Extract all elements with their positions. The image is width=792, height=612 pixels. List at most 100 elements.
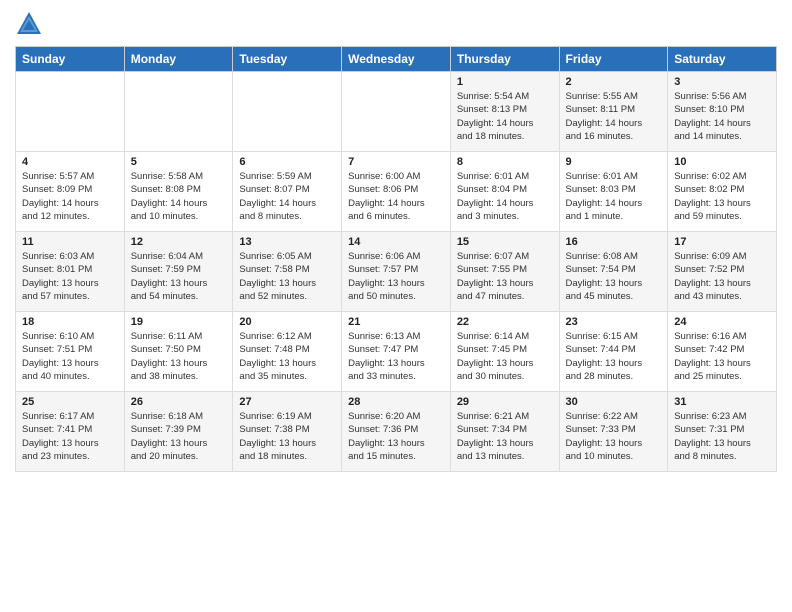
day-info: Sunrise: 6:05 AM Sunset: 7:58 PM Dayligh…: [239, 250, 335, 303]
header-cell-saturday: Saturday: [668, 47, 777, 72]
day-number: 29: [457, 396, 553, 408]
day-cell: 15 Sunrise: 6:07 AM Sunset: 7:55 PM Dayli…: [450, 232, 559, 312]
day-number: 5: [131, 156, 227, 168]
day-cell: [16, 72, 125, 152]
day-cell: 5 Sunrise: 5:58 AM Sunset: 8:08 PM Daylig…: [124, 152, 233, 232]
day-info: Sunrise: 6:13 AM Sunset: 7:47 PM Dayligh…: [348, 330, 444, 383]
day-info: Sunrise: 6:20 AM Sunset: 7:36 PM Dayligh…: [348, 410, 444, 463]
day-number: 9: [566, 156, 662, 168]
day-number: 14: [348, 236, 444, 248]
day-info: Sunrise: 6:07 AM Sunset: 7:55 PM Dayligh…: [457, 250, 553, 303]
day-cell: 14 Sunrise: 6:06 AM Sunset: 7:57 PM Dayli…: [342, 232, 451, 312]
day-cell: 11Sunrise: 6:03 AM Sunset: 8:01 PM Dayli…: [16, 232, 125, 312]
week-row-2: 4Sunrise: 5:57 AM Sunset: 8:09 PM Daylig…: [16, 152, 777, 232]
header-cell-tuesday: Tuesday: [233, 47, 342, 72]
day-number: 25: [22, 396, 118, 408]
day-number: 6: [239, 156, 335, 168]
header-cell-friday: Friday: [559, 47, 668, 72]
day-info: Sunrise: 6:22 AM Sunset: 7:33 PM Dayligh…: [566, 410, 662, 463]
day-cell: 19 Sunrise: 6:11 AM Sunset: 7:50 PM Dayli…: [124, 312, 233, 392]
day-cell: 6 Sunrise: 5:59 AM Sunset: 8:07 PM Daylig…: [233, 152, 342, 232]
day-cell: 2 Sunrise: 5:55 AM Sunset: 8:11 PM Daylig…: [559, 72, 668, 152]
day-cell: 9 Sunrise: 6:01 AM Sunset: 8:03 PM Daylig…: [559, 152, 668, 232]
day-number: 2: [566, 76, 662, 88]
header-cell-sunday: Sunday: [16, 47, 125, 72]
day-info: Sunrise: 6:17 AM Sunset: 7:41 PM Dayligh…: [22, 410, 118, 463]
day-cell: 17 Sunrise: 6:09 AM Sunset: 7:52 PM Dayli…: [668, 232, 777, 312]
day-cell: [124, 72, 233, 152]
day-info: Sunrise: 5:54 AM Sunset: 8:13 PM Dayligh…: [457, 90, 553, 143]
day-number: 16: [566, 236, 662, 248]
day-cell: 29 Sunrise: 6:21 AM Sunset: 7:34 PM Dayli…: [450, 392, 559, 472]
week-row-4: 18Sunrise: 6:10 AM Sunset: 7:51 PM Dayli…: [16, 312, 777, 392]
day-number: 23: [566, 316, 662, 328]
day-number: 17: [674, 236, 770, 248]
day-info: Sunrise: 6:21 AM Sunset: 7:34 PM Dayligh…: [457, 410, 553, 463]
day-cell: 28 Sunrise: 6:20 AM Sunset: 7:36 PM Dayli…: [342, 392, 451, 472]
header-row: SundayMondayTuesdayWednesdayThursdayFrid…: [16, 47, 777, 72]
day-cell: 4Sunrise: 5:57 AM Sunset: 8:09 PM Daylig…: [16, 152, 125, 232]
day-info: Sunrise: 5:56 AM Sunset: 8:10 PM Dayligh…: [674, 90, 770, 143]
header-cell-thursday: Thursday: [450, 47, 559, 72]
week-row-1: 1 Sunrise: 5:54 AM Sunset: 8:13 PM Daylig…: [16, 72, 777, 152]
day-cell: 21 Sunrise: 6:13 AM Sunset: 7:47 PM Dayli…: [342, 312, 451, 392]
day-info: Sunrise: 6:06 AM Sunset: 7:57 PM Dayligh…: [348, 250, 444, 303]
day-cell: 1 Sunrise: 5:54 AM Sunset: 8:13 PM Daylig…: [450, 72, 559, 152]
day-info: Sunrise: 6:14 AM Sunset: 7:45 PM Dayligh…: [457, 330, 553, 383]
day-number: 21: [348, 316, 444, 328]
day-number: 20: [239, 316, 335, 328]
day-number: 19: [131, 316, 227, 328]
day-number: 1: [457, 76, 553, 88]
day-cell: 13Sunrise: 6:05 AM Sunset: 7:58 PM Dayli…: [233, 232, 342, 312]
day-cell: 12 Sunrise: 6:04 AM Sunset: 7:59 PM Dayli…: [124, 232, 233, 312]
day-info: Sunrise: 6:12 AM Sunset: 7:48 PM Dayligh…: [239, 330, 335, 383]
day-number: 26: [131, 396, 227, 408]
day-number: 11: [22, 236, 118, 248]
calendar: SundayMondayTuesdayWednesdayThursdayFrid…: [15, 46, 777, 472]
day-number: 30: [566, 396, 662, 408]
day-info: Sunrise: 6:19 AM Sunset: 7:38 PM Dayligh…: [239, 410, 335, 463]
day-info: Sunrise: 6:01 AM Sunset: 8:04 PM Dayligh…: [457, 170, 553, 223]
week-row-5: 25 Sunrise: 6:17 AM Sunset: 7:41 PM Dayli…: [16, 392, 777, 472]
day-info: Sunrise: 6:00 AM Sunset: 8:06 PM Dayligh…: [348, 170, 444, 223]
day-number: 15: [457, 236, 553, 248]
day-number: 3: [674, 76, 770, 88]
day-cell: 24Sunrise: 6:16 AM Sunset: 7:42 PM Dayli…: [668, 312, 777, 392]
day-info: Sunrise: 6:01 AM Sunset: 8:03 PM Dayligh…: [566, 170, 662, 223]
day-info: Sunrise: 6:23 AM Sunset: 7:31 PM Dayligh…: [674, 410, 770, 463]
day-info: Sunrise: 5:58 AM Sunset: 8:08 PM Dayligh…: [131, 170, 227, 223]
header-cell-wednesday: Wednesday: [342, 47, 451, 72]
day-cell: 27Sunrise: 6:19 AM Sunset: 7:38 PM Dayli…: [233, 392, 342, 472]
day-cell: 3 Sunrise: 5:56 AM Sunset: 8:10 PM Daylig…: [668, 72, 777, 152]
day-info: Sunrise: 6:11 AM Sunset: 7:50 PM Dayligh…: [131, 330, 227, 383]
day-number: 4: [22, 156, 118, 168]
day-cell: 22 Sunrise: 6:14 AM Sunset: 7:45 PM Dayli…: [450, 312, 559, 392]
day-info: Sunrise: 5:55 AM Sunset: 8:11 PM Dayligh…: [566, 90, 662, 143]
day-cell: 23 Sunrise: 6:15 AM Sunset: 7:44 PM Dayli…: [559, 312, 668, 392]
day-number: 12: [131, 236, 227, 248]
day-cell: 7 Sunrise: 6:00 AM Sunset: 8:06 PM Daylig…: [342, 152, 451, 232]
page: SundayMondayTuesdayWednesdayThursdayFrid…: [0, 0, 792, 612]
day-cell: 10Sunrise: 6:02 AM Sunset: 8:02 PM Dayli…: [668, 152, 777, 232]
header-cell-monday: Monday: [124, 47, 233, 72]
day-info: Sunrise: 6:02 AM Sunset: 8:02 PM Dayligh…: [674, 170, 770, 223]
day-number: 7: [348, 156, 444, 168]
day-info: Sunrise: 6:04 AM Sunset: 7:59 PM Dayligh…: [131, 250, 227, 303]
day-info: Sunrise: 6:18 AM Sunset: 7:39 PM Dayligh…: [131, 410, 227, 463]
day-cell: 31 Sunrise: 6:23 AM Sunset: 7:31 PM Dayli…: [668, 392, 777, 472]
logo: [15, 10, 47, 38]
day-info: Sunrise: 5:59 AM Sunset: 8:07 PM Dayligh…: [239, 170, 335, 223]
logo-icon: [15, 10, 43, 38]
day-info: Sunrise: 6:10 AM Sunset: 7:51 PM Dayligh…: [22, 330, 118, 383]
day-cell: 16Sunrise: 6:08 AM Sunset: 7:54 PM Dayli…: [559, 232, 668, 312]
day-cell: 26 Sunrise: 6:18 AM Sunset: 7:39 PM Dayli…: [124, 392, 233, 472]
day-info: Sunrise: 6:09 AM Sunset: 7:52 PM Dayligh…: [674, 250, 770, 303]
calendar-header: SundayMondayTuesdayWednesdayThursdayFrid…: [16, 47, 777, 72]
day-number: 31: [674, 396, 770, 408]
day-cell: 25 Sunrise: 6:17 AM Sunset: 7:41 PM Dayli…: [16, 392, 125, 472]
day-number: 24: [674, 316, 770, 328]
day-number: 28: [348, 396, 444, 408]
day-number: 22: [457, 316, 553, 328]
day-info: Sunrise: 6:15 AM Sunset: 7:44 PM Dayligh…: [566, 330, 662, 383]
day-cell: 20 Sunrise: 6:12 AM Sunset: 7:48 PM Dayli…: [233, 312, 342, 392]
